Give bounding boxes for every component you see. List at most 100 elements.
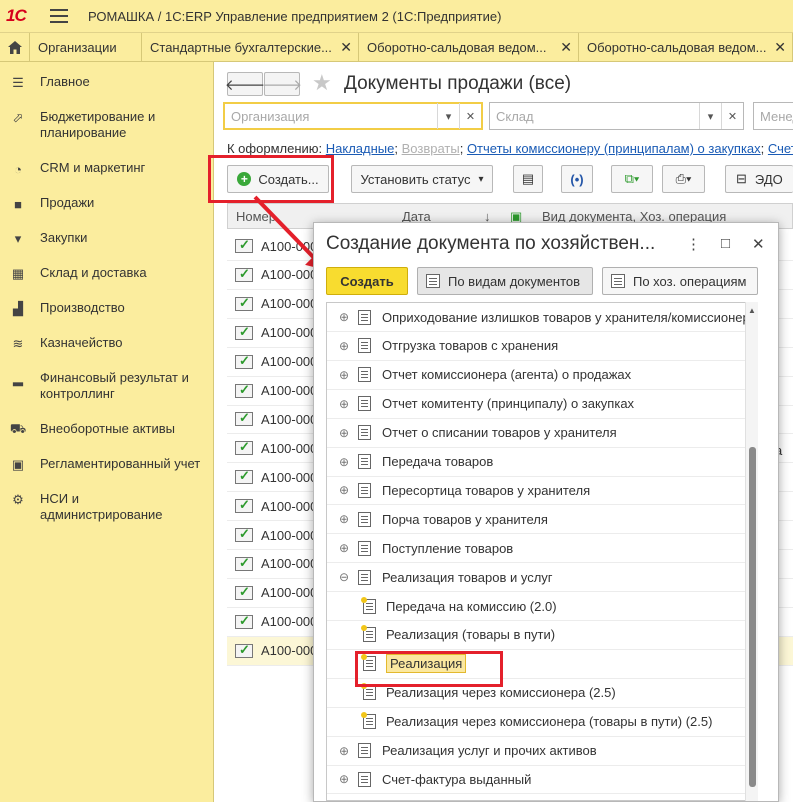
app-title: РОМАШКА / 1С:ERP Управление предприятием…: [88, 8, 502, 24]
sidebar-item-administration[interactable]: ⚙ НСИ и администрирование: [0, 491, 214, 523]
sidebar-item-sales[interactable]: ■ Продажи: [0, 195, 214, 212]
sidebar-item-purchases[interactable]: ▾ Закупки: [0, 230, 214, 247]
link-invoices[interactable]: Накладные: [326, 141, 395, 156]
back-button[interactable]: 🡐: [225, 72, 265, 96]
home-icon[interactable]: [0, 33, 30, 62]
tree-group-item[interactable]: ⊕ Поступление товаров: [327, 534, 747, 564]
edo-button[interactable]: ⊟ ЭДО: [725, 165, 793, 193]
link-invoices-issued[interactable]: Счета-ф: [768, 141, 793, 156]
tree-group-item[interactable]: ⊖ Реализация товаров и услуг: [327, 563, 747, 593]
list-icon: [611, 274, 625, 288]
chart-icon: ⬀: [12, 110, 24, 125]
tree-group-item[interactable]: ⊕ Отчет комиссионера (агента) о продажах: [327, 361, 747, 390]
tree-item-label: Реализация услуг и прочих активов: [382, 743, 597, 758]
posted-document-icon: [235, 584, 253, 600]
close-icon[interactable]: ✕: [752, 235, 765, 253]
document-number: А100-000: [261, 296, 318, 312]
tab-balance-sheet-2[interactable]: Оборотно-сальдовая ведом... ✕: [579, 33, 793, 62]
expand-icon[interactable]: ⊕: [339, 513, 349, 525]
close-icon[interactable]: ✕: [560, 39, 572, 56]
tree-child-item[interactable]: Передача на комиссию (2.0): [327, 592, 747, 621]
sidebar-item-fixed-assets[interactable]: ⛟ Внеоборотные активы: [0, 421, 214, 438]
tree-group-item[interactable]: ⊕ Отчет о списании товаров у хранителя: [327, 419, 747, 448]
sidebar-item-crm[interactable]: ◔ CRM и маркетинг: [0, 160, 214, 177]
maximize-icon[interactable]: □: [721, 235, 730, 252]
sidebar-item-main[interactable]: ☰ Главное: [0, 74, 214, 91]
expand-icon[interactable]: ⊕: [339, 398, 349, 410]
posted-document-icon: [235, 382, 253, 398]
tab-balance-sheet-1[interactable]: Оборотно-сальдовая ведом... ✕: [359, 33, 579, 62]
link-commissioner-reports[interactable]: Отчеты комиссионеру (принципалам) о заку…: [467, 141, 761, 156]
by-operations-button[interactable]: По хоз. операциям: [602, 267, 758, 295]
forward-button[interactable]: 🡒: [262, 72, 302, 96]
expand-icon[interactable]: ⊕: [339, 340, 349, 352]
expand-icon[interactable]: ⊕: [339, 484, 349, 496]
document-number: А100-000: [261, 354, 318, 370]
sidebar-item-treasury[interactable]: ≋ Казначейство: [0, 335, 214, 352]
tree-group-item[interactable]: ⊕ Порча товаров у хранителя: [327, 505, 747, 535]
document-icon: [358, 338, 371, 354]
expand-icon[interactable]: ⊕: [339, 773, 349, 785]
close-icon[interactable]: ✕: [774, 39, 786, 56]
bars-icon: ▂: [13, 371, 23, 386]
dropdown-icon[interactable]: ▾: [699, 103, 721, 129]
print-icon[interactable]: ⎙▾: [662, 165, 705, 193]
tab-standard-reports[interactable]: Стандартные бухгалтерские... ✕: [142, 33, 359, 62]
exchange-icon[interactable]: (•): [561, 165, 593, 193]
selected-item-highlight: [355, 651, 503, 687]
tree-item-label: Отчет комитенту (принципалу) о закупках: [382, 396, 635, 412]
clear-icon[interactable]: ✕: [721, 103, 743, 129]
link-returns[interactable]: Возвраты: [402, 141, 460, 156]
document-icon: [358, 569, 371, 585]
expand-icon[interactable]: ⊕: [339, 369, 349, 381]
by-document-types-button[interactable]: По видам документов: [417, 267, 593, 295]
related-docs-icon[interactable]: ⧉▾: [611, 165, 653, 193]
1c-logo: 1С: [6, 6, 27, 25]
tree-scrollbar[interactable]: ▲: [745, 302, 758, 801]
expand-icon[interactable]: ⊕: [339, 456, 349, 468]
clear-icon[interactable]: ✕: [459, 103, 481, 129]
organization-filter[interactable]: Организация ▾ ✕: [223, 102, 483, 130]
sidebar-item-regulated-accounting[interactable]: ▣ Регламентированный учет: [0, 456, 214, 473]
warehouse-filter[interactable]: Склад ▾ ✕: [489, 102, 744, 130]
sidebar-item-production[interactable]: ▟ Производство: [0, 300, 214, 317]
tree-group-item[interactable]: ⊕ Отгрузка товаров с хранения: [327, 332, 747, 361]
dialog-create-button[interactable]: Создать: [326, 267, 408, 295]
tree-group-item[interactable]: ⊕ Пересортица товаров у хранителя: [327, 476, 747, 506]
tree-group-item[interactable]: ⊕ Передача товаров: [327, 448, 747, 477]
tree-group-item[interactable]: ⊕ Счет-фактура выданный: [327, 765, 747, 795]
tree-group-item[interactable]: ⊕ Оприходование излишков товаров у хранит…: [327, 303, 750, 332]
document-number: А100-000: [261, 527, 318, 543]
document-number: А100-000: [261, 411, 318, 427]
document-icon: [361, 683, 376, 701]
favorite-star-icon[interactable]: ★: [312, 70, 332, 96]
posted-document-icon: [235, 324, 253, 340]
more-icon[interactable]: ⋮: [686, 235, 701, 253]
expand-icon[interactable]: ⊕: [339, 542, 349, 554]
sidebar-item-financial-result[interactable]: ▂ Финансовый результат и контроллинг: [0, 370, 214, 402]
dropdown-icon[interactable]: ▾: [437, 103, 459, 129]
expand-icon[interactable]: ⊕: [339, 745, 349, 757]
posted-document-icon: [235, 353, 253, 369]
set-status-button[interactable]: Установить статус ▾: [351, 165, 493, 193]
document-icon: [358, 425, 371, 441]
posted-document-icon: [235, 613, 253, 629]
tree-item-label: Счет-фактура выданный: [382, 771, 532, 787]
tab-organizations[interactable]: Организации: [30, 33, 142, 62]
sidebar-item-budgeting[interactable]: ⬀ Бюджетирование и планирование: [0, 109, 214, 141]
tree-child-item[interactable]: Реализация через комиссионера (товары в …: [327, 708, 747, 737]
list-icon: [426, 274, 440, 288]
collapse-icon[interactable]: ⊖: [339, 571, 349, 583]
main-menu-icon[interactable]: [50, 9, 68, 23]
sidebar-item-warehouse[interactable]: ▦ Склад и доставка: [0, 265, 214, 282]
tree-group-item[interactable]: ⊕ Отчет комитенту (принципалу) о закупках: [327, 390, 747, 419]
expand-icon[interactable]: ⊕: [339, 311, 349, 323]
scroll-up-icon[interactable]: ▲: [748, 306, 756, 315]
barcode-icon[interactable]: ▤: [513, 165, 543, 193]
close-icon[interactable]: ✕: [340, 39, 352, 56]
tree-group-item[interactable]: ⊕ Реализация услуг и прочих активов: [327, 737, 747, 766]
manager-filter[interactable]: Менед: [753, 102, 793, 130]
expand-icon[interactable]: ⊕: [339, 427, 349, 439]
tree-child-item[interactable]: Реализация (товары в пути): [327, 621, 747, 650]
scroll-thumb[interactable]: [749, 447, 756, 787]
